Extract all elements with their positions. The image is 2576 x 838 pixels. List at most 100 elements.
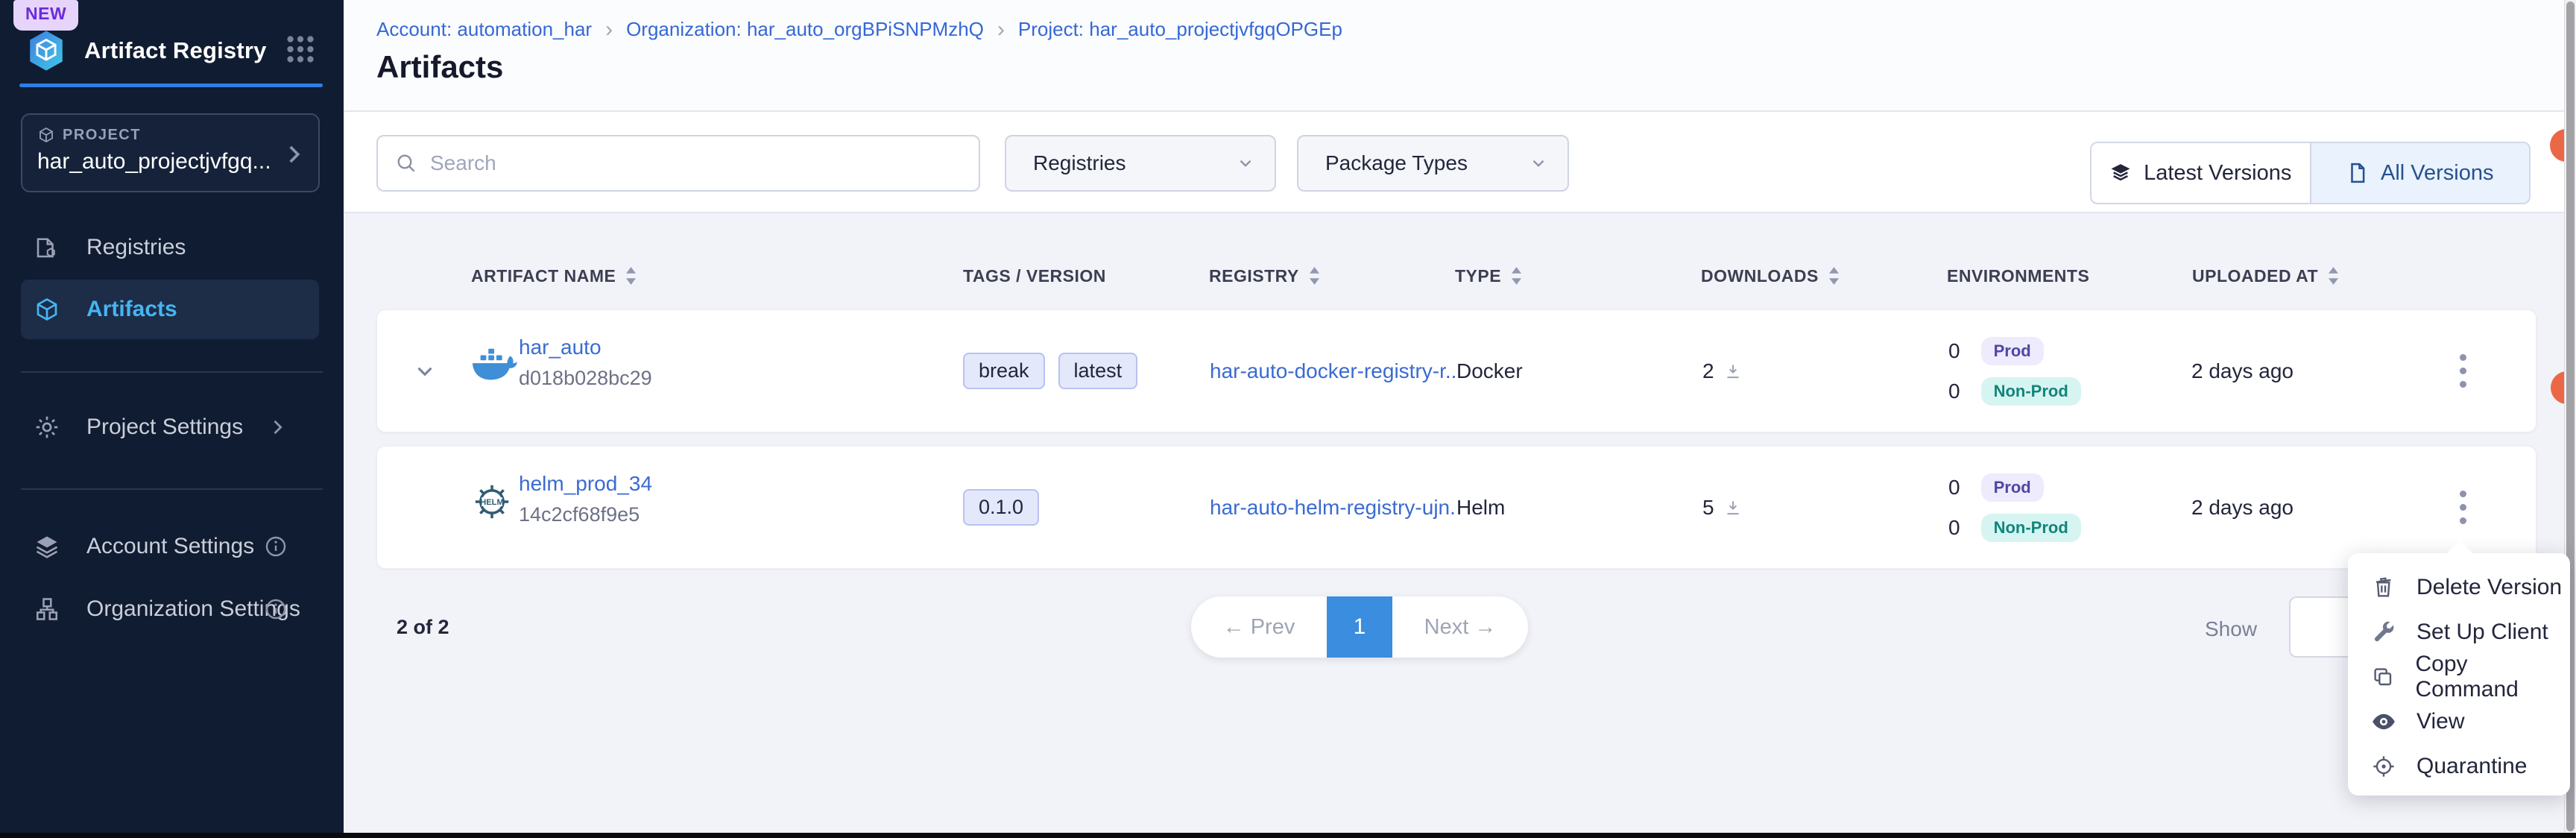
org-tree-gear-icon [33,596,61,623]
sidebar-item-organization-settings[interactable]: Organization Settings [21,585,319,633]
sidebar-item-label: Artifacts [86,297,177,322]
app-header: Artifact Registry [25,27,321,75]
page-header: Account: automation_har › Organization: … [344,0,2564,112]
nonprod-badge: Non-Prod [1981,514,2081,542]
sidebar-item-account-settings[interactable]: Account Settings [21,523,319,570]
artifact-registry-logo-icon [25,29,68,72]
trash-icon [2370,576,2397,599]
type-cell: Helm [1456,447,1505,568]
all-versions-label: All Versions [2381,161,2494,186]
menu-item-view[interactable]: View [2348,699,2570,744]
next-page-button[interactable]: Next → [1392,615,1528,640]
breadcrumb-project-link[interactable]: Project: har_auto_projectjvfgqOPGEp [1018,18,1342,41]
sidebar-item-label: Project Settings [86,415,243,440]
prod-count: 0 [1948,339,1960,363]
column-header-environments: ENVIRONMENTS [1947,259,2089,292]
project-cube-icon [37,126,55,144]
app-switcher-grid-icon[interactable] [284,33,317,66]
menu-item-delete-version[interactable]: Delete Version [2348,565,2570,610]
artifact-name-link[interactable]: har_auto [519,335,652,359]
nonprod-badge: Non-Prod [1981,377,2081,406]
project-name: har_auto_projectjvfgq... [37,149,303,174]
downloads-cell: 2 [1702,310,1743,432]
chevron-right-icon [267,417,288,438]
document-icon [2346,162,2369,184]
page-title: Artifacts [376,49,503,85]
menu-item-copy-command[interactable]: Copy Command [2348,655,2570,699]
column-header-downloads[interactable]: DOWNLOADS [1701,259,1839,292]
package-types-filter-dropdown[interactable]: Package Types [1297,135,1569,192]
sort-icon [1310,267,1319,285]
latest-versions-label: Latest Versions [2144,161,2291,186]
gear-icon [33,414,61,441]
sidebar-item-registries[interactable]: Registries [21,224,319,271]
breadcrumb-account-link[interactable]: Account: automation_har [376,18,592,41]
app-title: Artifact Registry [84,37,267,64]
project-label: PROJECT [63,127,141,144]
row-expander-chevron[interactable] [410,310,440,432]
new-badge: NEW [13,0,78,31]
pagination-summary: 2 of 2 [397,616,449,639]
registry-link[interactable]: har-auto-docker-registry-r... [1210,359,1456,383]
environments-cell: 0 Prod 0 Non-Prod [1948,447,2081,568]
copy-icon [2370,665,2396,689]
tags-cell: 0.1.0 [963,447,1039,568]
artifact-name-link[interactable]: helm_prod_34 [519,472,652,496]
artifact-digest: d018b028bc29 [519,367,652,390]
sort-icon [2329,267,2338,285]
artifact-registry-app: NEW Artifact Registry [0,0,2576,838]
breadcrumb: Account: automation_har › Organization: … [376,18,1342,41]
column-header-type[interactable]: TYPE [1455,259,1521,292]
eye-icon [2370,709,2397,734]
tags-cell: break latest [963,310,1137,432]
registries-filter-label: Registries [1033,151,1126,175]
sidebar-item-artifacts[interactable]: Artifacts [21,280,319,339]
all-versions-toggle[interactable]: All Versions [2310,143,2530,203]
sort-icon [1829,267,1839,285]
downloads-count: 2 [1702,359,1714,383]
latest-versions-toggle[interactable]: Latest Versions [2092,143,2310,203]
version-chip: 0.1.0 [963,489,1039,526]
package-types-filter-label: Package Types [1325,151,1468,175]
search-box [376,135,980,192]
column-header-artifact-name[interactable]: ARTIFACT NAME [471,259,636,292]
info-icon[interactable] [264,535,288,558]
table-row: HELM helm_prod_34 14c2cf68f9e5 0.1.0 har… [376,446,2536,569]
search-input[interactable] [430,151,962,175]
menu-item-quarantine[interactable]: Quarantine [2348,744,2570,789]
registries-folder-icon [33,234,61,261]
artifacts-cube-icon [33,296,61,323]
quarantine-icon [2370,754,2397,778]
row-context-menu: Delete Version Set Up Client Copy C [2348,553,2570,796]
nonprod-count: 0 [1948,516,1960,540]
sidebar-divider [21,488,323,490]
toolbar: Registries Package Types [344,112,2564,213]
row-menu-kebab-icon[interactable] [2440,310,2485,432]
registry-link[interactable]: har-auto-helm-registry-ujn... [1210,496,1456,520]
column-header-uploaded-at[interactable]: UPLOADED AT [2192,259,2338,292]
menu-item-set-up-client[interactable]: Set Up Client [2348,610,2570,655]
registries-filter-dropdown[interactable]: Registries [1005,135,1276,192]
column-header-registry[interactable]: REGISTRY [1209,259,1319,292]
download-icon [1723,498,1743,517]
page-number-button[interactable]: 1 [1327,596,1392,658]
info-icon[interactable] [264,597,288,621]
uploaded-at-cell: 2 days ago [2191,310,2294,432]
sidebar-item-project-settings[interactable]: Project Settings [21,403,319,451]
tag-chip: latest [1058,353,1138,389]
prod-badge: Prod [1981,337,2044,365]
show-label: Show [2205,617,2257,641]
wrench-icon [2370,620,2397,644]
downloads-count: 5 [1702,496,1714,520]
downloads-cell: 5 [1702,447,1743,568]
breadcrumb-organization-link[interactable]: Organization: har_auto_orgBPiSNPMzhQ [626,18,984,41]
artifact-digest: 14c2cf68f9e5 [519,503,652,526]
sort-icon [626,267,636,285]
accent-divider [19,84,323,87]
layers-icon [2109,162,2132,184]
svg-text:HELM: HELM [480,498,503,507]
prev-page-button[interactable]: ← Prev [1191,615,1327,640]
right-arrow-icon: → [1474,615,1496,639]
prod-count: 0 [1948,476,1960,500]
project-selector[interactable]: PROJECT har_auto_projectjvfgq... [21,113,320,192]
